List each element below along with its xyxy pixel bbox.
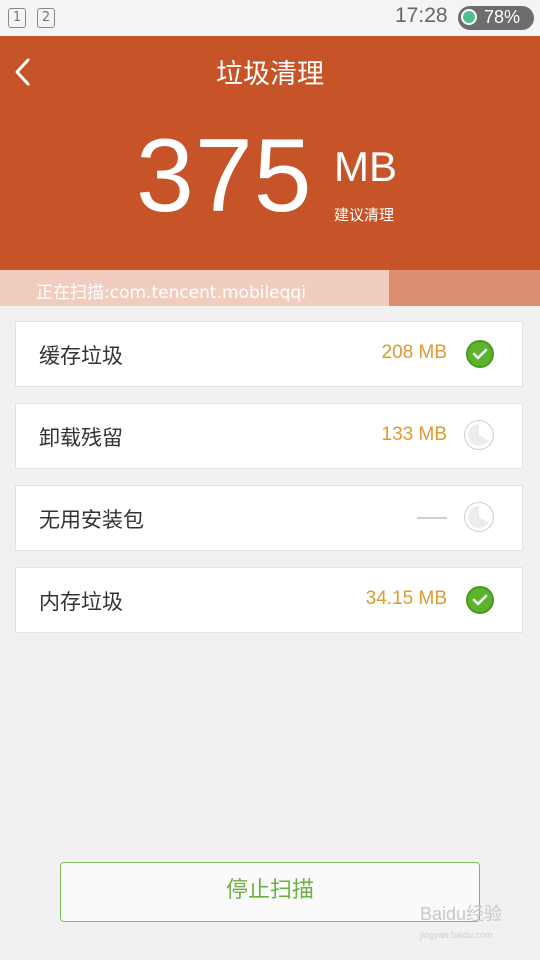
battery-indicator: 78%	[458, 6, 534, 30]
scan-progress-bar: 正在扫描:com.tencent.mobileqqi	[0, 270, 540, 306]
watermark-text: Baidu经验	[420, 904, 503, 924]
item-label: 内存垃圾	[39, 590, 123, 614]
stop-scan-button[interactable]: 停止扫描	[60, 862, 480, 922]
junk-size-value: 375	[136, 118, 313, 234]
list-item-uninstall-residue[interactable]: 卸载残留 133 MB	[15, 403, 523, 469]
status-time: 17:28	[395, 4, 448, 27]
scanning-spinner-icon	[464, 502, 494, 532]
scanning-spinner-icon	[464, 420, 494, 450]
item-label: 缓存垃圾	[39, 344, 123, 368]
notification-icon: 2	[37, 8, 55, 28]
list-item-memory-junk[interactable]: 内存垃圾 34.15 MB	[15, 567, 523, 633]
junk-size-unit: MB	[334, 143, 397, 190]
item-size: 208 MB	[381, 342, 447, 363]
page-title: 垃圾清理	[216, 59, 324, 90]
notification-icon: 1	[8, 8, 26, 28]
clean-suggestion: 建议清理	[334, 206, 395, 224]
item-size-pending-dash	[417, 517, 447, 519]
watermark-url: jingyan.baidu.com	[420, 930, 493, 940]
battery-icon	[461, 9, 477, 25]
checkmark-icon[interactable]	[466, 586, 494, 614]
scan-status-text: 正在扫描:com.tencent.mobileqqi	[36, 283, 306, 303]
list-item-unused-apk[interactable]: 无用安装包	[15, 485, 523, 551]
item-size: 133 MB	[381, 424, 447, 445]
list-item-cache-junk[interactable]: 缓存垃圾 208 MB	[15, 321, 523, 387]
item-size: 34.15 MB	[365, 588, 447, 609]
battery-percent: 78%	[484, 7, 521, 27]
item-label: 卸载残留	[39, 426, 123, 450]
checkmark-icon[interactable]	[466, 340, 494, 368]
item-label: 无用安装包	[39, 508, 144, 532]
watermark: Baidu经验 jingyan.baidu.com	[420, 900, 530, 948]
status-bar: 1 2 17:28 78%	[0, 0, 540, 36]
header: 垃圾清理 375 MB 建议清理 正在扫描:com.tencent.mobile…	[0, 36, 540, 306]
